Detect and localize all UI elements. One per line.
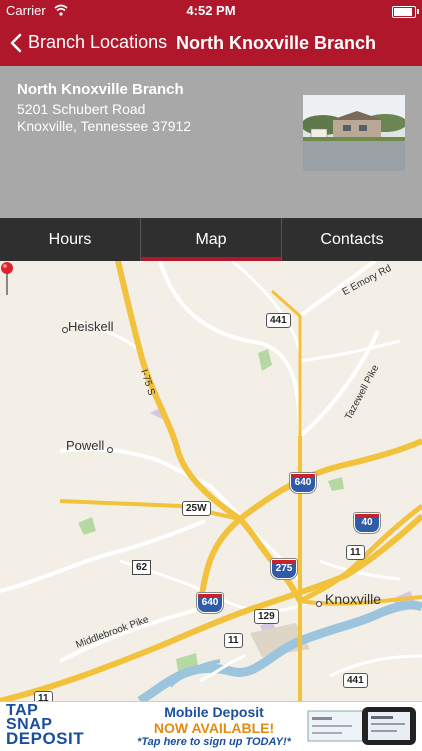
- city-dot-icon: [315, 600, 323, 608]
- navigation-bar: Branch Locations North Knoxville Branch: [0, 22, 422, 66]
- map-label-heiskell: Heiskell: [68, 319, 114, 334]
- route-shield-us11-southwest: 11: [34, 691, 53, 701]
- tap-snap-deposit-logo: TAP SNAP DEPOSIT: [6, 702, 85, 748]
- battery-icon: [392, 6, 419, 18]
- route-shield-i275: 275: [271, 559, 297, 579]
- ad-call-to-action: *Tap here to sign up TODAY!*: [137, 736, 291, 748]
- mobile-deposit-ad-banner[interactable]: TAP SNAP DEPOSIT Mobile Deposit NOW AVAI…: [0, 701, 422, 751]
- route-shield-us11: 11: [346, 545, 365, 560]
- chevron-left-icon: [10, 33, 22, 52]
- back-button-label: Branch Locations: [28, 32, 168, 52]
- route-shield-us441-south: 441: [343, 673, 368, 688]
- status-bar: Carrier 4:52 PM: [0, 0, 422, 22]
- page-title: North Knoxville Branch: [176, 33, 377, 53]
- branch-name: North Knoxville Branch: [17, 81, 184, 98]
- route-shield-129: 129: [254, 609, 279, 624]
- city-dot-icon: [106, 446, 114, 454]
- route-shield-i640-west: 640: [197, 593, 223, 613]
- ad-headline-line1: Mobile Deposit: [164, 704, 264, 720]
- segment-tabs: Hours Map Contacts: [0, 218, 422, 261]
- map-view[interactable]: Heiskell Powell Knoxville E Emory Rd Taz…: [0, 261, 422, 701]
- back-button[interactable]: Branch Locations: [10, 32, 167, 53]
- map-pin-icon[interactable]: [0, 261, 14, 297]
- tab-map[interactable]: Map: [140, 218, 281, 261]
- tab-hours[interactable]: Hours: [0, 218, 140, 261]
- route-shield-us441: 441: [266, 313, 291, 328]
- ad-headline-line2: NOW AVAILABLE!: [153, 720, 275, 736]
- route-shield-us25w: 25W: [182, 501, 211, 516]
- map-label-powell: Powell: [66, 438, 105, 453]
- branch-photo: [303, 95, 405, 171]
- status-time: 4:52 PM: [186, 3, 236, 18]
- tab-contacts[interactable]: Contacts: [281, 218, 422, 261]
- ad-headline: Mobile Deposit NOW AVAILABLE! *Tap here …: [124, 704, 304, 748]
- route-shield-i40: 40: [354, 513, 380, 533]
- route-shield-tn62: 62: [132, 560, 152, 575]
- map-label-knoxville: Knoxville: [325, 591, 382, 607]
- branch-address-line1: 5201 Schubert Road: [17, 101, 146, 117]
- route-shield-us11-west: 11: [224, 633, 243, 648]
- branch-address-line2: Knoxville, Tennessee 37912: [17, 118, 192, 134]
- phone-check-image: [307, 707, 416, 745]
- branch-header: North Knoxville Branch 5201 Schubert Roa…: [0, 66, 422, 218]
- route-shield-i640: 640: [290, 473, 316, 493]
